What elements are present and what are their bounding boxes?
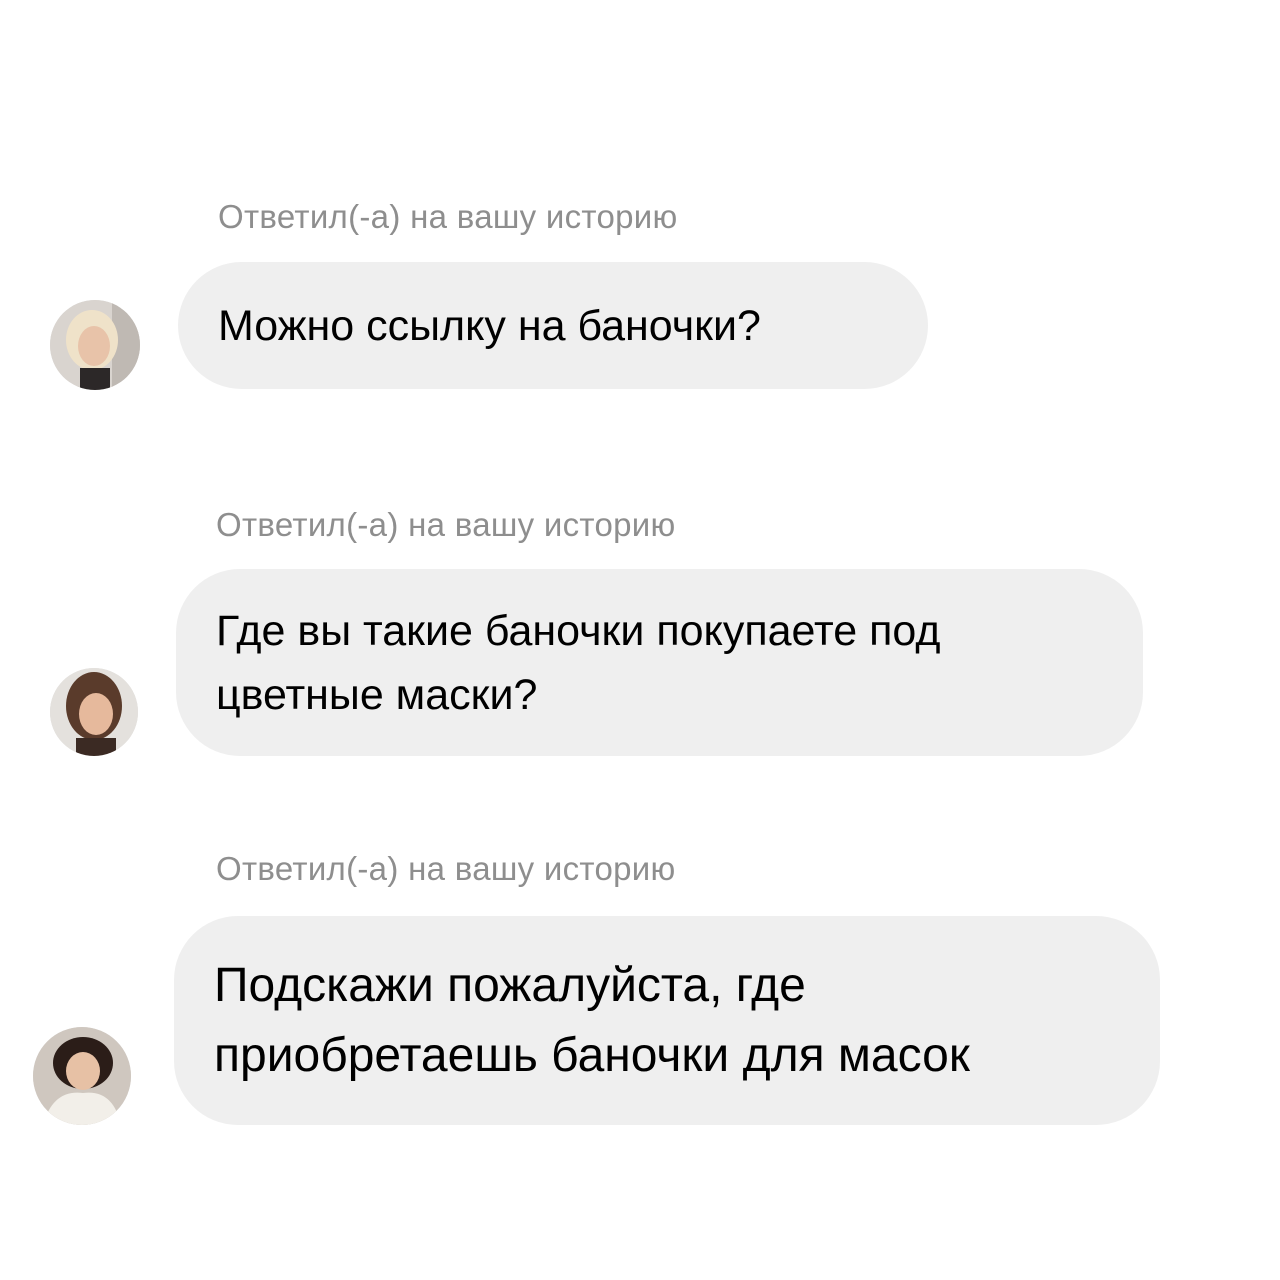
message-line: цветные маски? [216,670,538,719]
sender-avatar[interactable] [50,668,138,756]
message-bubble[interactable]: Подскажи пожалуйста, где приобретаешь ба… [174,916,1160,1125]
user-photo-blonde-icon [50,300,140,390]
message-line: Можно ссылку на баночки? [218,301,761,350]
story-reply-caption: Ответил(-а) на вашу историю [216,850,676,887]
message-line: Подскажи пожалуйста, где [214,958,806,1012]
message-bubble[interactable]: Где вы такие баночки покупаете под цветн… [176,569,1143,756]
message-line: Где вы такие баночки покупаете под [216,606,941,655]
user-photo-brunette-icon [50,668,138,756]
message-bubble[interactable]: Можно ссылку на баночки? [178,262,928,389]
message-text: Можно ссылку на баночки? [218,294,761,358]
sender-avatar[interactable] [50,300,140,390]
story-reply-caption: Ответил(-а) на вашу историю [216,506,676,543]
story-reply-caption: Ответил(-а) на вашу историю [218,198,678,235]
message-text: Где вы такие баночки покупаете под цветн… [216,599,940,727]
message-text: Подскажи пожалуйста, где приобретаешь ба… [214,951,970,1091]
message-line: приобретаешь баночки для масок [214,1028,970,1082]
user-photo-darkhair-icon [33,1027,131,1125]
sender-avatar[interactable] [33,1027,131,1125]
